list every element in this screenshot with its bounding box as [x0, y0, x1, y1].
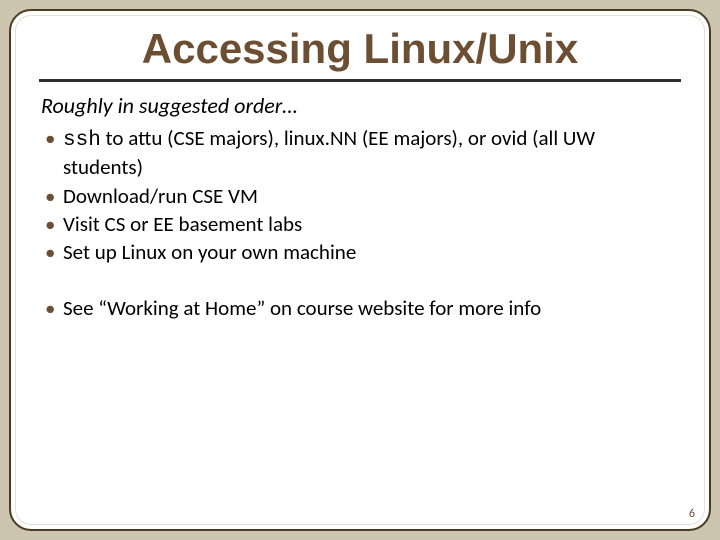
slide-frame: Accessing Linux/Unix Roughly in suggeste…: [9, 9, 711, 531]
slide-content: Roughly in suggested order… ssh to attu …: [11, 92, 709, 322]
subtitle: Roughly in suggested order…: [41, 92, 679, 119]
bullet-list-1: ssh to attu (CSE majors), linux.NN (EE m…: [41, 125, 679, 265]
code-snippet: ssh: [63, 129, 101, 152]
list-item: Download/run CSE VM: [41, 183, 679, 209]
page-number: 6: [689, 507, 695, 521]
list-item-text: to attu (CSE majors), linux.NN (EE major…: [63, 125, 595, 180]
title-divider: [39, 79, 681, 82]
spacer: [41, 267, 679, 293]
bullet-list-2: See “Working at Home” on course website …: [41, 295, 679, 321]
list-item: ssh to attu (CSE majors), linux.NN (EE m…: [41, 125, 679, 181]
list-item: See “Working at Home” on course website …: [41, 295, 679, 321]
list-item: Visit CS or EE basement labs: [41, 211, 679, 237]
list-item: Set up Linux on your own machine: [41, 239, 679, 265]
slide-title: Accessing Linux/Unix: [11, 25, 709, 73]
